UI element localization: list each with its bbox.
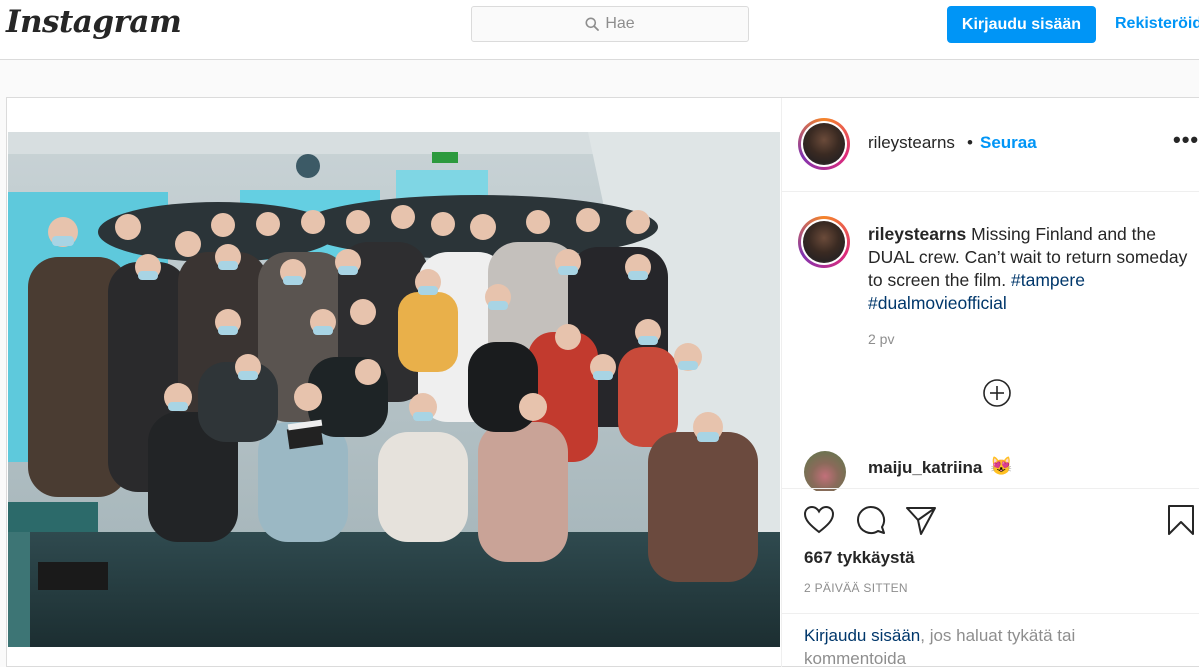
share-icon[interactable]: [904, 503, 938, 537]
follow-button[interactable]: Seuraa: [980, 133, 1037, 153]
login-button[interactable]: Kirjaudu sisään: [947, 6, 1096, 43]
login-prompt: Kirjaudu sisään, jos haluat tykätä tai k…: [782, 613, 1199, 667]
comment-item: maiju_katriina 😻: [804, 451, 1184, 491]
more-options-icon[interactable]: •••: [1173, 129, 1199, 151]
search-placeholder: Hae: [605, 15, 635, 32]
hashtag-link[interactable]: #dualmovieofficial: [868, 293, 1007, 313]
separator-dot: •: [967, 133, 973, 152]
top-navigation-bar: Instagram Hae Kirjaudu sisään Rekisteröi…: [0, 0, 1199, 60]
hashtag-link[interactable]: #tampere: [1011, 270, 1085, 290]
comment-username[interactable]: maiju_katriina: [868, 458, 982, 478]
post-side-panel: rileystearns • Seuraa ••• rileystearns M…: [781, 98, 1199, 667]
plus-circle-icon[interactable]: [982, 378, 1012, 408]
search-icon: [585, 17, 600, 31]
post-date: 2 PÄIVÄÄ SITTEN: [804, 581, 908, 595]
bookmark-icon[interactable]: [1164, 503, 1198, 537]
login-link[interactable]: Kirjaudu sisään: [804, 626, 920, 645]
post-header: rileystearns • Seuraa •••: [782, 98, 1199, 192]
caption-author-avatar[interactable]: [798, 216, 850, 268]
heart-icon[interactable]: [802, 503, 836, 537]
comment-text: 😻: [990, 456, 1013, 476]
register-link[interactable]: Rekisteröidy: [1115, 15, 1199, 33]
search-input[interactable]: Hae: [471, 6, 749, 42]
like-count[interactable]: 667 tykkäystä: [804, 548, 915, 568]
group-photo-illustration: [8, 132, 780, 647]
post-actions: 667 tykkäystä 2 PÄIVÄÄ SITTEN Kirjaudu s…: [782, 488, 1199, 667]
caption-timestamp: 2 pv: [868, 331, 895, 347]
post-image[interactable]: [8, 132, 780, 647]
author-avatar[interactable]: [798, 118, 850, 170]
post-card: rileystearns • Seuraa ••• rileystearns M…: [6, 97, 1199, 667]
author-username[interactable]: rileystearns: [868, 133, 955, 153]
post-caption: rileystearns Missing Finland and the DUA…: [868, 223, 1188, 315]
commenter-avatar[interactable]: [804, 451, 846, 491]
caption-username[interactable]: rileystearns: [868, 224, 966, 244]
instagram-logo[interactable]: Instagram: [6, 4, 182, 40]
comment-icon[interactable]: [854, 503, 888, 537]
